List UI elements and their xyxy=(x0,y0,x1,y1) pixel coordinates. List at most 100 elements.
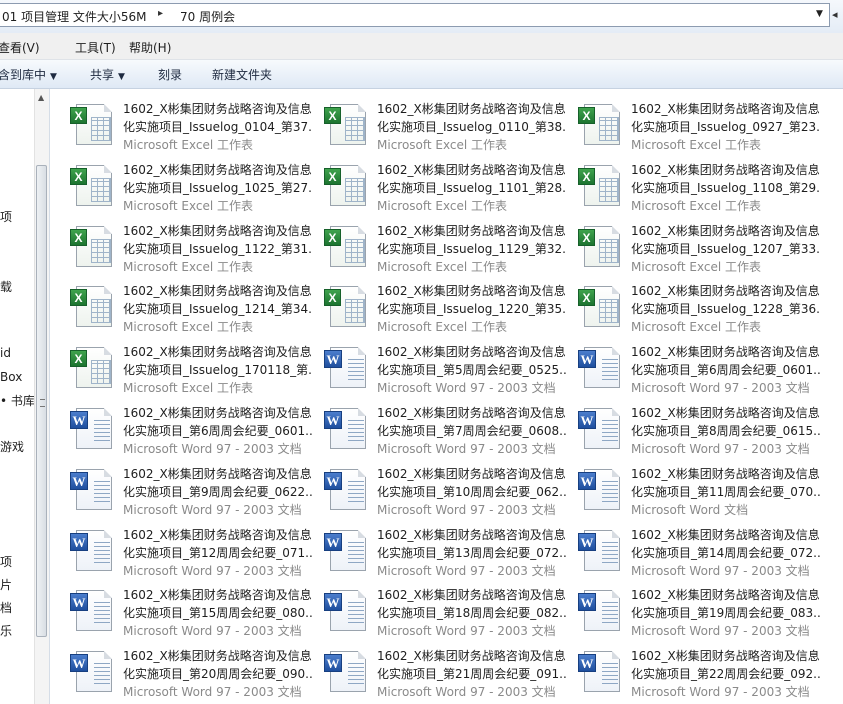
address-dropdown-icon[interactable]: ▼ xyxy=(816,9,823,19)
word-file-item[interactable]: W 1602_X彬集团财务战略咨询及信息 化实施项目_第15周周会纪要_080...… xyxy=(60,577,313,638)
word-file-item[interactable]: W 1602_X彬集团财务战略咨询及信息 化实施项目_第19周周会纪要_083...… xyxy=(568,577,821,638)
word-file-item[interactable]: W 1602_X彬集团财务战略咨询及信息 化实施项目_第22周周会纪要_092...… xyxy=(568,638,821,699)
nav-item[interactable]: 载 xyxy=(0,278,12,295)
word-file-icon: W xyxy=(324,345,370,389)
excel-file-item[interactable]: X 1602_X彬集团财务战略咨询及信息 化实施项目_Issuelog_1220_第… xyxy=(314,273,567,334)
nav-item[interactable]: • 书库 xyxy=(0,392,35,409)
file-type-label: Microsoft Excel 工作表 xyxy=(377,320,508,335)
nav-item[interactable]: 项 xyxy=(0,553,12,570)
word-file-item[interactable]: W 1602_X彬集团财务战略咨询及信息 化实施项目_第6周周会纪要_0601...… xyxy=(60,395,313,456)
excel-file-item[interactable]: X 1602_X彬集团财务战略咨询及信息 化实施项目_Issuelog_1108_第… xyxy=(568,152,821,213)
word-file-item[interactable]: W 1602_X彬集团财务战略咨询及信息 化实施项目_第14周周会纪要_072...… xyxy=(568,517,821,578)
excel-file-item[interactable]: X 1602_X彬集团财务战略咨询及信息 化实施项目_Issuelog_1101_第… xyxy=(314,152,567,213)
file-name-line2: 化实施项目_Issuelog_1101_第28... xyxy=(377,180,567,195)
breadcrumb-chevron-icon[interactable]: ▸ xyxy=(158,8,163,19)
nav-item[interactable]: 游戏 xyxy=(0,438,24,455)
file-name-line1: 1602_X彬集团财务战略咨询及信息 xyxy=(631,284,820,299)
burn-button[interactable]: 刻录 xyxy=(158,66,182,83)
word-file-item[interactable]: W 1602_X彬集团财务战略咨询及信息 化实施项目_第21周周会纪要_091...… xyxy=(314,638,567,699)
excel-file-item[interactable]: X 1602_X彬集团财务战略咨询及信息 化实施项目_Issuelog_1025_第… xyxy=(60,152,313,213)
excel-file-icon: X xyxy=(324,224,370,268)
scroll-up-icon[interactable]: ▲ xyxy=(38,93,44,102)
file-name-line1: 1602_X彬集团财务战略咨询及信息 xyxy=(631,345,820,360)
file-name-line1: 1602_X彬集团财务战略咨询及信息 xyxy=(123,345,312,360)
word-file-item[interactable]: W 1602_X彬集团财务战略咨询及信息 化实施项目_第11周周会纪要_070...… xyxy=(568,456,821,517)
include-in-library-label: 含到库中 xyxy=(0,68,47,82)
word-file-item[interactable]: W 1602_X彬集团财务战略咨询及信息 化实施项目_第9周周会纪要_0622...… xyxy=(60,456,313,517)
file-type-label: Microsoft Excel 工作表 xyxy=(123,138,254,152)
navigation-scrollbar[interactable]: ▲ xyxy=(34,89,49,704)
word-file-item[interactable]: W 1602_X彬集团财务战略咨询及信息 化实施项目_第6周周会纪要_0601...… xyxy=(568,334,821,395)
file-name-line1: 1602_X彬集团财务战略咨询及信息 xyxy=(123,527,312,542)
file-name-line1: 1602_X彬集团财务战略咨询及信息 xyxy=(377,588,566,603)
word-file-item[interactable]: W 1602_X彬集团财务战略咨询及信息 化实施项目_第20周周会纪要_090...… xyxy=(60,638,313,699)
word-file-item[interactable]: W 1602_X彬集团财务战略咨询及信息 化实施项目_第18周周会纪要_082...… xyxy=(314,577,567,638)
scrollbar-thumb[interactable] xyxy=(36,165,47,637)
share-button[interactable]: 共享 ▼ xyxy=(90,66,125,83)
excel-file-icon: X xyxy=(324,102,370,146)
word-file-icon: W xyxy=(324,467,370,511)
word-file-item[interactable]: W 1602_X彬集团财务战略咨询及信息 化实施项目_第8周周会纪要_0615...… xyxy=(568,395,821,456)
file-name-line1: 1602_X彬集团财务战略咨询及信息 xyxy=(377,102,566,116)
excel-file-item[interactable]: X 1602_X彬集团财务战略咨询及信息 化实施项目_Issuelog_0110_第… xyxy=(314,91,567,152)
file-name-line1: 1602_X彬集团财务战略咨询及信息 xyxy=(631,223,820,238)
grip-icon xyxy=(40,399,45,407)
file-name-line2: 化实施项目_Issuelog_0104_第37... xyxy=(123,120,313,134)
file-name-line1: 1602_X彬集团财务战略咨询及信息 xyxy=(377,466,566,481)
file-name-line2: 化实施项目_Issuelog_1228_第36... xyxy=(631,302,821,317)
word-file-item[interactable]: W 1602_X彬集团财务战略咨询及信息 化实施项目_第12周周会纪要_071...… xyxy=(60,517,313,578)
file-name-line2: 化实施项目_第7周周会纪要_0608... xyxy=(377,424,567,438)
command-bar: 含到库中 ▼ 共享 ▼ 刻录 新建文件夹 xyxy=(0,60,843,89)
breadcrumb-project[interactable]: 01 项目管理 文件大小56M xyxy=(2,8,147,25)
word-file-item[interactable]: W 1602_X彬集团财务战略咨询及信息 化实施项目_第5周周会纪要_0525...… xyxy=(314,334,567,395)
excel-file-item[interactable]: X 1602_X彬集团财务战略咨询及信息 化实施项目_Issuelog_1214_第… xyxy=(60,273,313,334)
nav-item[interactable]: 乐 xyxy=(0,622,12,639)
include-in-library-button[interactable]: 含到库中 ▼ xyxy=(0,66,57,83)
file-name-line1: 1602_X彬集团财务战略咨询及信息 xyxy=(631,527,820,542)
nav-item[interactable]: 档 xyxy=(0,599,12,616)
file-name-line2: 化实施项目_Issuelog_1220_第35... xyxy=(377,302,567,317)
excel-file-icon: X xyxy=(578,224,624,268)
file-name-line1: 1602_X彬集团财务战略咨询及信息 xyxy=(377,649,566,664)
nav-item[interactable]: 项 xyxy=(0,208,12,225)
file-name-line2: 化实施项目_第5周周会纪要_0525... xyxy=(377,363,567,378)
word-file-item[interactable]: W 1602_X彬集团财务战略咨询及信息 化实施项目_第7周周会纪要_0608...… xyxy=(314,395,567,456)
pane-splitter[interactable] xyxy=(49,89,50,704)
excel-file-item[interactable]: X 1602_X彬集团财务战略咨询及信息 化实施项目_Issuelog_0927_第… xyxy=(568,91,821,152)
address-bar: 01 项目管理 文件大小56M ▸ 70 周例会 ▼ ◂ xyxy=(0,0,843,34)
nav-item[interactable]: 片 xyxy=(0,576,12,593)
excel-file-item[interactable]: X 1602_X彬集团财务战略咨询及信息 化实施项目_Issuelog_0104_第… xyxy=(60,91,313,152)
file-name-line2: 化实施项目_第21周周会纪要_091... xyxy=(377,667,567,682)
file-type-label: Microsoft Word 97 - 2003 文档 xyxy=(631,563,810,578)
file-type-label: Microsoft Excel 工作表 xyxy=(377,198,508,213)
word-file-item[interactable]: W 1602_X彬集团财务战略咨询及信息 化实施项目_第10周周会纪要_062...… xyxy=(314,456,567,517)
menu-view[interactable]: 查看(V) xyxy=(0,39,40,56)
word-file-icon: W xyxy=(578,406,624,450)
excel-file-item[interactable]: X 1602_X彬集团财务战略咨询及信息 化实施项目_Issuelog_1207_第… xyxy=(568,213,821,274)
word-file-icon: W xyxy=(578,467,624,511)
new-folder-button[interactable]: 新建文件夹 xyxy=(212,66,272,83)
file-type-label: Microsoft Excel 工作表 xyxy=(377,138,508,152)
menu-tools[interactable]: 工具(T) xyxy=(75,39,116,56)
word-file-item[interactable]: W 1602_X彬集团财务战略咨询及信息 化实施项目_第13周周会纪要_072...… xyxy=(314,517,567,578)
file-name-line2: 化实施项目_第13周周会纪要_072... xyxy=(377,545,567,560)
nav-item[interactable]: id xyxy=(0,346,11,360)
word-file-icon: W xyxy=(324,406,370,450)
file-name-line1: 1602_X彬集团财务战略咨询及信息 xyxy=(631,466,820,481)
file-name-line2: 化实施项目_第11周周会纪要_070... xyxy=(631,484,821,499)
menu-help[interactable]: 帮助(H) xyxy=(129,39,171,56)
address-box[interactable]: 01 项目管理 文件大小56M ▸ 70 周例会 ▼ xyxy=(0,3,830,27)
file-name-line1: 1602_X彬集团财务战略咨询及信息 xyxy=(377,527,566,542)
back-arrow-icon[interactable]: ◂ xyxy=(832,8,838,21)
file-name-line1: 1602_X彬集团财务战略咨询及信息 xyxy=(123,588,312,603)
breadcrumb-weekly-meeting[interactable]: 70 周例会 xyxy=(180,8,235,25)
nav-item[interactable]: Box xyxy=(0,370,22,384)
file-type-label: Microsoft Word 文档 xyxy=(631,502,749,517)
excel-file-item[interactable]: X 1602_X彬集团财务战略咨询及信息 化实施项目_Issuelog_1228_第… xyxy=(568,273,821,334)
file-type-label: Microsoft Word 97 - 2003 文档 xyxy=(377,381,556,396)
excel-file-item[interactable]: X 1602_X彬集团财务战略咨询及信息 化实施项目_Issuelog_170118… xyxy=(60,334,313,395)
excel-file-item[interactable]: X 1602_X彬集团财务战略咨询及信息 化实施项目_Issuelog_1129_第… xyxy=(314,213,567,274)
excel-file-item[interactable]: X 1602_X彬集团财务战略咨询及信息 化实施项目_Issuelog_1122_第… xyxy=(60,213,313,274)
excel-file-icon: X xyxy=(324,284,370,328)
file-name-line2: 化实施项目_第6周周会纪要_0601... xyxy=(631,363,821,378)
